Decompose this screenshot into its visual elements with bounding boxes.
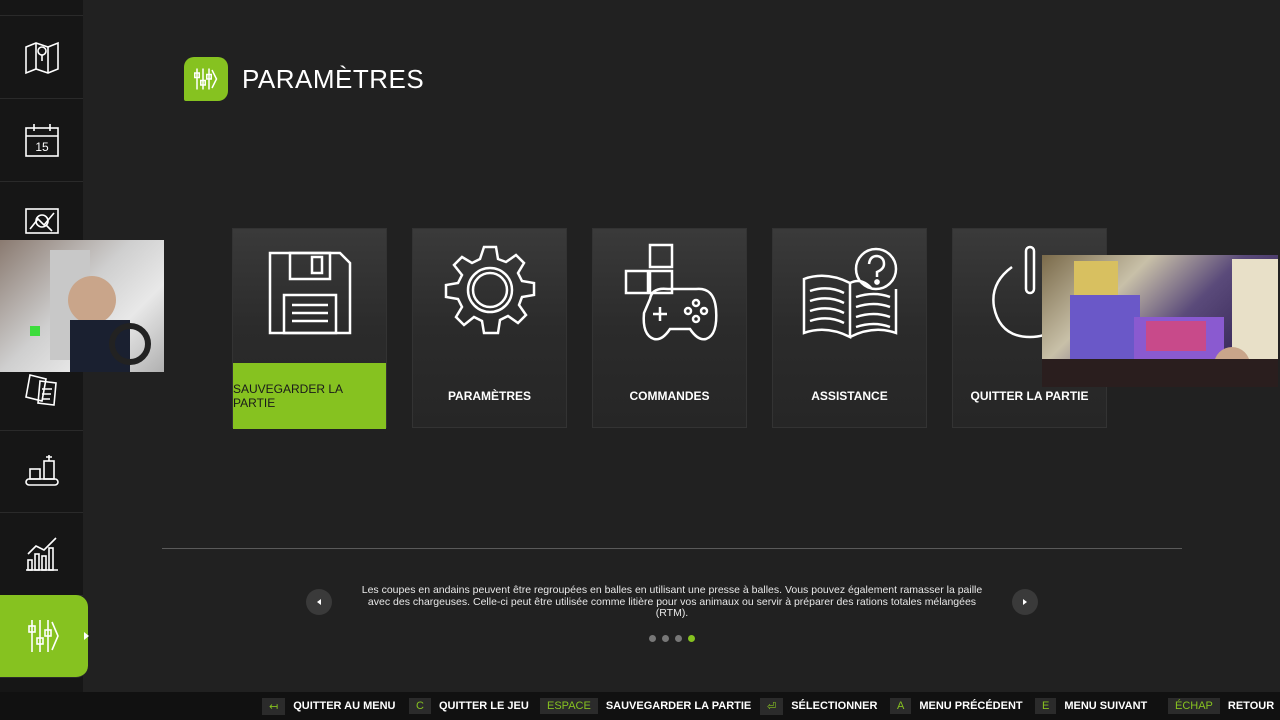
- hint-label: MENU SUIVANT: [1064, 700, 1148, 712]
- production-icon: [24, 455, 59, 486]
- page-header: PARAMÈTRES: [184, 57, 424, 101]
- tip-page-dot-active[interactable]: [688, 635, 695, 642]
- settings-tile[interactable]: PARAMÈTRES: [412, 228, 567, 428]
- hint-label: QUITTER AU MENU: [293, 700, 396, 712]
- hint-select[interactable]: ⏎ SÉLECTIONNER: [760, 692, 877, 720]
- sidebar-item-statistics[interactable]: [0, 513, 83, 596]
- chevron-left-icon: [317, 599, 321, 605]
- key-badge: E: [1035, 698, 1057, 714]
- key-badge: ESPACE: [540, 698, 598, 714]
- price-chart-icon: [24, 208, 59, 234]
- hint-label: MENU PRÉCÉDENT: [919, 700, 1023, 712]
- controls-gamepad-icon: [624, 243, 718, 341]
- statistics-icon: [25, 537, 58, 571]
- key-badge: ↤: [262, 697, 286, 715]
- tip-next-button[interactable]: [1012, 589, 1038, 615]
- hint-save-game[interactable]: ESPACE SAUVEGARDER LA PARTIE: [540, 692, 751, 720]
- settings-label: PARAMÈTRES: [447, 389, 532, 403]
- settings-sliders-icon: [28, 620, 59, 652]
- documents-icon: [24, 374, 57, 406]
- divider: [162, 548, 1182, 549]
- hint-back[interactable]: ÉCHAP RETOUR: [1168, 692, 1274, 720]
- bottom-hint-bar: ↤ QUITTER AU MENU C QUITTER LE JEU ESPACE S…: [0, 692, 1280, 720]
- hint-next-menu[interactable]: E MENU SUIVANT: [1035, 692, 1147, 720]
- page-title: PARAMÈTRES: [242, 63, 425, 94]
- tip-pagination: [649, 635, 695, 642]
- help-book-icon: [802, 247, 897, 340]
- map-icon: [24, 41, 59, 75]
- active-indicator: [84, 632, 89, 640]
- sidebar-item-top[interactable]: [0, 0, 83, 16]
- assistance-tile[interactable]: ASSISTANCE: [772, 228, 927, 428]
- key-badge: ⏎: [760, 697, 784, 715]
- sidebar-item-calendar[interactable]: 15: [0, 99, 83, 182]
- key-badge: C: [409, 698, 431, 714]
- hint-quit-to-menu[interactable]: ↤ QUITTER AU MENU: [262, 692, 395, 720]
- loading-tip-text: Les coupes en andains peuvent être regro…: [361, 584, 983, 619]
- key-badge: A: [890, 698, 912, 714]
- hint-label: RETOUR: [1227, 700, 1275, 712]
- controls-label: COMMANDES: [629, 389, 710, 403]
- floppy-disk-icon: [268, 251, 351, 335]
- webcam-overlay-player: [0, 240, 164, 372]
- controls-tile[interactable]: COMMANDES: [592, 228, 747, 428]
- hint-previous-menu[interactable]: A MENU PRÉCÉDENT: [890, 692, 1023, 720]
- key-badge: ÉCHAP: [1168, 698, 1220, 714]
- settings-header-icon: [184, 57, 228, 101]
- tip-page-dot[interactable]: [662, 635, 669, 642]
- svg-text:15: 15: [35, 140, 49, 154]
- tip-prev-button[interactable]: [306, 589, 332, 615]
- assistance-label: ASSISTANCE: [811, 389, 888, 403]
- sidebar-item-map[interactable]: [0, 16, 83, 99]
- sidebar-item-production[interactable]: [0, 430, 83, 513]
- save-game-label: SAUVEGARDER LA PARTIE: [233, 363, 386, 429]
- webcam-overlay-setup: [1042, 255, 1278, 387]
- sidebar-item-settings[interactable]: [0, 595, 89, 678]
- chevron-right-icon: [1023, 599, 1027, 605]
- save-game-tile[interactable]: SAUVEGARDER LA PARTIE: [232, 228, 387, 429]
- gear-icon: [444, 245, 535, 335]
- hint-quit-game[interactable]: C QUITTER LE JEU: [409, 692, 529, 720]
- hint-label: SAUVEGARDER LA PARTIE: [605, 700, 752, 712]
- tip-page-dot[interactable]: [649, 635, 656, 642]
- hint-label: SÉLECTIONNER: [791, 700, 878, 712]
- hint-label: QUITTER LE JEU: [438, 700, 529, 712]
- calendar-icon: 15: [24, 124, 59, 157]
- tip-page-dot[interactable]: [675, 635, 682, 642]
